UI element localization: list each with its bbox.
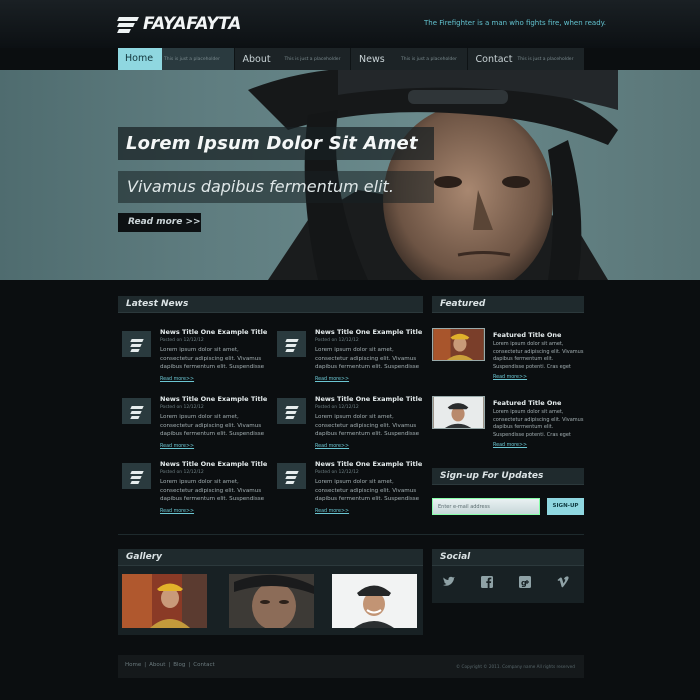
logo[interactable]: FAYAFAYTA	[117, 13, 242, 35]
read-more-link[interactable]: Read more>>	[160, 377, 194, 382]
nav-label: Contact	[475, 53, 513, 65]
nav-item-home[interactable]: Home This is just a placeholder	[118, 48, 235, 70]
vimeo-icon[interactable]	[556, 575, 570, 589]
news-title[interactable]: News Title One Example Title	[315, 328, 422, 336]
read-more-link[interactable]: Read more>>	[160, 444, 194, 449]
news-item: News Title One Example Title Posted on 1…	[118, 325, 268, 387]
news-date: Posted on 12/12/12	[315, 405, 359, 410]
latest-news-heading: Latest News	[118, 296, 423, 313]
featured-title[interactable]: Featured Title One	[493, 399, 561, 407]
gallery-heading: Gallery	[118, 549, 423, 566]
read-more-link[interactable]: Read more>>	[493, 443, 527, 448]
read-more-link[interactable]: Read more>>	[315, 377, 349, 382]
read-more-link[interactable]: Read more>>	[493, 375, 527, 380]
divider	[118, 534, 584, 535]
separator: |	[144, 662, 147, 668]
nav-sublabel: This is just a placeholder	[401, 56, 457, 62]
separator: |	[168, 662, 171, 668]
featured-image[interactable]	[432, 396, 485, 429]
nav-sublabel: This is just a placeholder	[517, 56, 574, 62]
hero-subtitle: Vivamus dapibus fermentum elit.	[118, 171, 434, 203]
featured-item: Featured Title One Lorem ipsum dolor sit…	[432, 396, 584, 452]
news-date: Posted on 12/12/12	[160, 405, 204, 410]
news-body: Lorem ipsum dolor sit amet, consectetur …	[160, 479, 265, 502]
news-date: Posted on 12/12/12	[160, 338, 204, 343]
footer-nav: Home | About | Blog | Contact	[125, 662, 215, 668]
news-body: Lorem ipsum dolor sit amet, consectetur …	[315, 347, 420, 370]
news-icon	[277, 398, 306, 424]
hero-read-more-button[interactable]: Read more >>	[118, 213, 201, 232]
news-title[interactable]: News Title One Example Title	[315, 460, 422, 468]
news-icon	[277, 463, 306, 489]
featured-body: Lorem ipsum dolor sit amet, consectetur …	[493, 409, 584, 438]
news-title[interactable]: News Title One Example Title	[160, 328, 267, 336]
google-plus-icon[interactable]: g	[518, 575, 532, 589]
featured-title[interactable]: Featured Title One	[493, 331, 561, 339]
gallery-image[interactable]	[229, 574, 314, 628]
news-date: Posted on 12/12/12	[160, 470, 204, 475]
news-date: Posted on 12/12/12	[315, 338, 359, 343]
read-more-link[interactable]: Read more>>	[315, 444, 349, 449]
nav-label: Home	[118, 48, 162, 70]
featured-heading: Featured	[432, 296, 584, 313]
news-title[interactable]: News Title One Example Title	[160, 395, 267, 403]
nav-item-contact[interactable]: Contact This is just a placeholder	[468, 48, 585, 70]
footer-link-contact[interactable]: Contact	[193, 662, 214, 668]
news-icon	[122, 398, 151, 424]
nav-item-news[interactable]: News This is just a placeholder	[351, 48, 468, 70]
news-item: News Title One Example Title Posted on 1…	[118, 392, 268, 454]
signup-heading: Sign-up For Updates	[432, 468, 584, 485]
footer-link-blog[interactable]: Blog	[173, 662, 185, 668]
nav-label: About	[242, 53, 271, 65]
email-field[interactable]: Enter e-mail address	[432, 498, 540, 515]
social-heading: Social	[432, 549, 584, 566]
read-more-link[interactable]: Read more>>	[160, 509, 194, 514]
news-item: News Title One Example Title Posted on 1…	[273, 392, 423, 454]
logo-mark-icon	[117, 16, 139, 33]
nav-sublabel: This is just a placeholder	[164, 56, 220, 62]
news-item: News Title One Example Title Posted on 1…	[273, 457, 423, 519]
news-icon	[122, 331, 151, 357]
nav-sublabel: This is just a placeholder	[284, 56, 341, 62]
main-nav: Home This is just a placeholder About Th…	[118, 48, 584, 70]
news-body: Lorem ipsum dolor sit amet, consectetur …	[315, 414, 420, 437]
featured-item: Featured Title One Lorem ipsum dolor sit…	[432, 328, 584, 384]
nav-item-about[interactable]: About This is just a placeholder	[235, 48, 351, 70]
twitter-icon[interactable]	[442, 575, 456, 589]
facebook-icon[interactable]	[480, 575, 494, 589]
news-title[interactable]: News Title One Example Title	[160, 460, 267, 468]
gallery-image[interactable]	[332, 574, 417, 628]
footer-link-home[interactable]: Home	[125, 662, 141, 668]
featured-body: Lorem ipsum dolor sit amet, consectetur …	[493, 341, 584, 370]
nav-label: News	[359, 53, 385, 65]
gallery-image[interactable]	[122, 574, 207, 628]
separator: |	[188, 662, 191, 668]
logo-text: FAYAFAYTA	[143, 14, 242, 34]
hero-title: Lorem Ipsum Dolor Sit Amet	[118, 127, 434, 160]
news-body: Lorem ipsum dolor sit amet, consectetur …	[160, 347, 265, 370]
news-item: News Title One Example Title Posted on 1…	[273, 325, 423, 387]
featured-image[interactable]	[432, 328, 485, 361]
news-icon	[277, 331, 306, 357]
news-title[interactable]: News Title One Example Title	[315, 395, 422, 403]
news-date: Posted on 12/12/12	[315, 470, 359, 475]
news-body: Lorem ipsum dolor sit amet, consectetur …	[315, 479, 420, 502]
tagline: The Firefighter is a man who fights fire…	[424, 19, 607, 27]
news-body: Lorem ipsum dolor sit amet, consectetur …	[160, 414, 265, 437]
news-icon	[122, 463, 151, 489]
signup-button[interactable]: SIGN-UP	[547, 498, 584, 515]
read-more-link[interactable]: Read more>>	[315, 509, 349, 514]
copyright: © Copyright © 2011. Company name All rig…	[456, 664, 575, 669]
footer-link-about[interactable]: About	[149, 662, 165, 668]
svg-text:g: g	[521, 579, 527, 588]
news-item: News Title One Example Title Posted on 1…	[118, 457, 268, 519]
